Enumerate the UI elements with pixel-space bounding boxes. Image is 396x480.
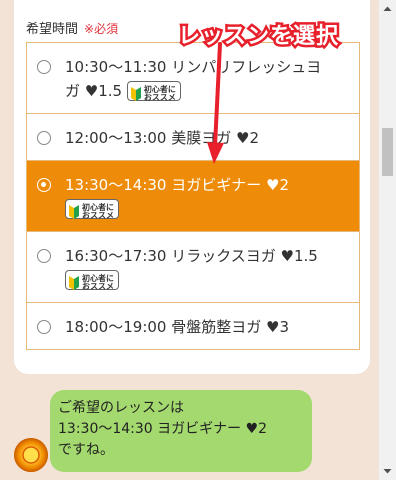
- option-label-line1: 16:30〜17:30 リラックスヨガ ♥1.5: [65, 247, 318, 265]
- option-label-line1: 18:00〜19:00 骨盤筋整ヨガ ♥3: [65, 318, 289, 336]
- chat-bubble: ご希望のレッスンは 13:30〜14:30 ヨガビギナー ♥2 ですね。: [50, 390, 312, 472]
- scroll-up-icon[interactable]: [379, 2, 396, 16]
- beginner-mark-icon: [69, 205, 79, 219]
- beginner-badge: 初心者に おススメ: [65, 269, 119, 291]
- scrollbar-thumb[interactable]: [382, 128, 393, 176]
- scroll-down-icon[interactable]: [379, 464, 396, 478]
- form-card: 希望時間 ※必須 10:30〜11:30 リンパリフレッシュヨ ガ ♥1.5 初心…: [14, 0, 370, 374]
- bubble-line-1: ご希望のレッスンは: [58, 400, 184, 416]
- beginner-badge: 初心者に おススメ: [65, 198, 119, 220]
- beginner-badge: 初心者に おススメ: [126, 80, 181, 102]
- radio-button[interactable]: [37, 249, 51, 263]
- radio-button[interactable]: [37, 60, 51, 74]
- badge-text: 初心者に おススメ: [82, 203, 114, 220]
- chat-viewport: 希望時間 ※必須 10:30〜11:30 リンパリフレッシュヨ ガ ♥1.5 初心…: [0, 0, 396, 480]
- time-option-2[interactable]: 12:00〜13:00 美膜ヨガ ♥2: [26, 114, 360, 161]
- annotation-callout: レッスンを選択: [175, 22, 340, 52]
- bot-avatar: [14, 438, 48, 472]
- field-label-text: 希望時間: [26, 22, 79, 37]
- annotation-arrow-icon: [207, 42, 224, 164]
- option-label-cont: ガ ♥1.5: [65, 82, 123, 100]
- time-option-1[interactable]: 10:30〜11:30 リンパリフレッシュヨ ガ ♥1.5 初心者に おススメ: [26, 43, 360, 114]
- sun-avatar-icon: [14, 438, 48, 472]
- vertical-scrollbar[interactable]: [379, 0, 396, 480]
- option-badge-row: 初心者に おススメ: [65, 268, 351, 292]
- badge-text: 初心者に おススメ: [82, 274, 114, 291]
- time-option-4[interactable]: 16:30〜17:30 リラックスヨガ ♥1.5 初心者に おススメ: [26, 232, 360, 303]
- radio-button-checked[interactable]: [37, 178, 51, 192]
- badge-text: 初心者に おススメ: [143, 85, 176, 102]
- bubble-line-3: ですね。: [58, 442, 114, 458]
- radio-button[interactable]: [37, 320, 51, 334]
- field-label: 希望時間 ※必須: [26, 18, 118, 37]
- time-options: 10:30〜11:30 リンパリフレッシュヨ ガ ♥1.5 初心者に おススメ …: [26, 42, 360, 350]
- required-mark: ※必須: [84, 22, 119, 36]
- time-option-5[interactable]: 18:00〜19:00 骨盤筋整ヨガ ♥3: [26, 303, 360, 350]
- bubble-line-2: 13:30〜14:30 ヨガビギナー ♥2: [58, 421, 268, 437]
- time-option-3-selected[interactable]: 13:30〜14:30 ヨガビギナー ♥2 初心者に おススメ: [26, 161, 360, 232]
- radio-button[interactable]: [37, 131, 51, 145]
- beginner-mark-icon: [69, 276, 79, 290]
- option-label-line1: 13:30〜14:30 ヨガビギナー ♥2: [65, 176, 289, 194]
- beginner-mark-icon: [130, 87, 141, 101]
- option-badge-row: 初心者に おススメ: [65, 197, 351, 221]
